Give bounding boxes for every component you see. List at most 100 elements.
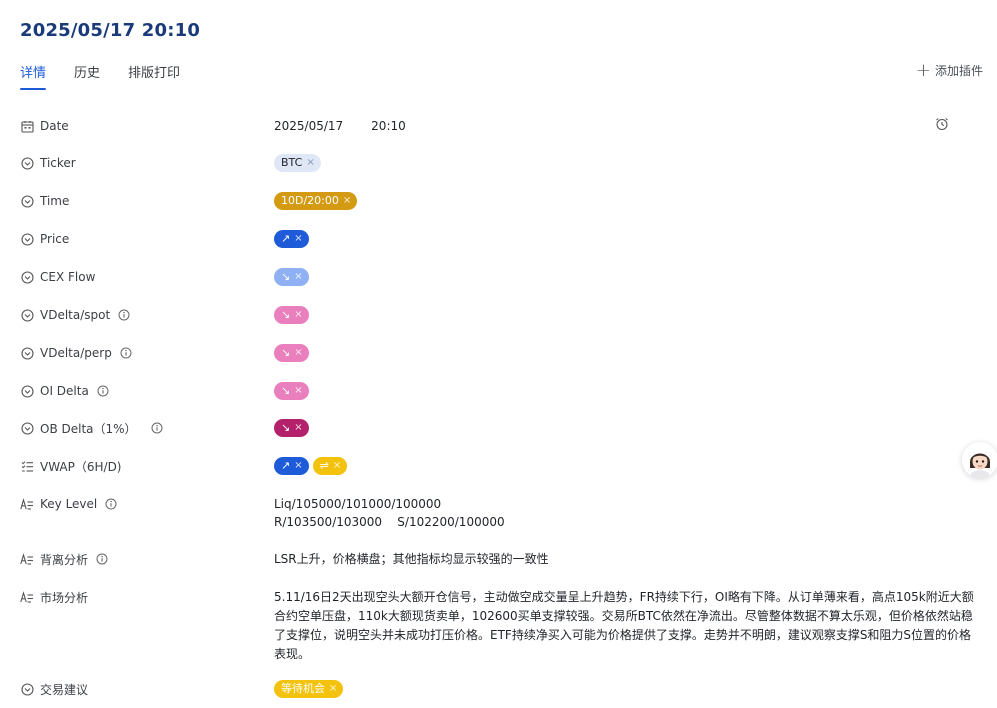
field-label-text: 市场分析: [40, 590, 89, 605]
key-level-value[interactable]: Liq/105000/101000/100000 R/103500/103000…: [274, 495, 977, 531]
date-time: 20:10: [371, 119, 406, 133]
ob-delta-value: ↘ ×: [274, 419, 977, 437]
field-label-key-level: Key Level: [20, 495, 274, 513]
field-label-text: OI Delta: [40, 384, 89, 398]
text-field-icon: [20, 497, 34, 511]
field-label-trade-advice: 交易建议: [20, 680, 274, 698]
tag-text: ↘: [281, 346, 291, 359]
remove-tag-icon[interactable]: ×: [294, 382, 302, 400]
key-level-line: R/103500/103000 S/102200/100000: [274, 515, 505, 529]
info-icon[interactable]: [151, 422, 163, 434]
vwap-value: ↗ × ⇌ ×: [274, 457, 977, 475]
info-icon[interactable]: [105, 498, 117, 510]
select-circle-icon: [20, 421, 34, 435]
trend-down-tag[interactable]: ↘ ×: [274, 344, 309, 362]
field-row-trade-advice: 交易建议 等待机会 ×: [20, 680, 977, 698]
tag-text: ↘: [281, 308, 291, 321]
vdelta-spot-value: ↘ ×: [274, 306, 977, 324]
select-circle-icon: [20, 308, 34, 322]
field-label-date: Date: [20, 117, 274, 135]
trend-up-tag[interactable]: ↗ ×: [274, 230, 309, 248]
ticker-tag[interactable]: BTC ×: [274, 154, 321, 172]
price-value: ↗ ×: [274, 230, 977, 248]
field-label-text: OB Delta（1%）: [40, 421, 137, 436]
assistant-avatar[interactable]: [962, 442, 997, 478]
field-row-date: Date 2025/05/17 20:10: [20, 117, 977, 135]
field-label-market-analysis: 市场分析: [20, 588, 274, 606]
advice-tag[interactable]: 等待机会 ×: [274, 680, 344, 698]
field-label-text: Key Level: [40, 497, 98, 511]
select-circle-icon: [20, 682, 34, 696]
info-icon[interactable]: [118, 309, 130, 321]
select-circle-icon: [20, 270, 34, 284]
info-icon[interactable]: [96, 553, 108, 565]
remove-tag-icon[interactable]: ×: [343, 192, 351, 210]
remove-tag-icon[interactable]: ×: [294, 457, 302, 475]
tab-details[interactable]: 详情: [20, 62, 47, 90]
vdelta-perp-value: ↘ ×: [274, 344, 977, 362]
field-row-vdelta-spot: VDelta/spot ↘ ×: [20, 306, 977, 324]
text-field-icon: [20, 552, 34, 566]
field-label-divergence: 背离分析: [20, 550, 274, 568]
field-label-text: VDelta/spot: [40, 308, 111, 322]
field-label-vdelta-perp: VDelta/perp: [20, 344, 274, 362]
tab-print-layout[interactable]: 排版打印: [128, 62, 180, 90]
field-row-time: Time 10D/20:00 ×: [20, 192, 977, 210]
field-row-vdelta-perp: VDelta/perp ↘ ×: [20, 344, 977, 362]
trend-down-tag[interactable]: ↘ ×: [274, 382, 309, 400]
trend-down-tag[interactable]: ↘ ×: [274, 268, 309, 286]
remove-tag-icon[interactable]: ×: [329, 680, 337, 698]
remove-tag-icon[interactable]: ×: [333, 457, 341, 475]
field-row-ticker: Ticker BTC ×: [20, 154, 977, 172]
field-row-divergence: 背离分析 LSR上升，价格横盘；其他指标均显示较强的一致性: [20, 550, 977, 568]
select-circle-icon: [20, 194, 34, 208]
date-value[interactable]: 2025/05/17 20:10: [274, 117, 977, 135]
field-label-vwap: VWAP（6H/D): [20, 457, 274, 475]
cex-flow-value: ↘ ×: [274, 268, 977, 286]
trade-advice-value: 等待机会 ×: [274, 680, 977, 698]
select-circle-icon: [20, 346, 34, 360]
field-row-price: Price ↗ ×: [20, 230, 977, 248]
tab-history[interactable]: 历史: [74, 62, 100, 90]
tag-text: ↘: [281, 421, 291, 434]
trend-down-tag[interactable]: ↘ ×: [274, 306, 309, 324]
time-tag[interactable]: 10D/20:00 ×: [274, 192, 358, 210]
alarm-clock-icon[interactable]: [935, 117, 949, 131]
info-icon[interactable]: [120, 347, 132, 359]
field-label-text: 交易建议: [40, 682, 89, 697]
tag-text: BTC: [281, 156, 303, 169]
tag-text: 等待机会: [281, 682, 325, 695]
remove-tag-icon[interactable]: ×: [294, 230, 302, 248]
field-row-oi-delta: OI Delta ↘ ×: [20, 382, 977, 400]
trend-down-tag[interactable]: ↘ ×: [274, 419, 309, 437]
market-analysis-value[interactable]: 5.11/16日2天出现空头大额开仓信号，主动做空成交量呈上升趋势，FR持续下行…: [274, 588, 977, 664]
add-plugin-button[interactable]: + 添加插件: [916, 61, 983, 79]
remove-tag-icon[interactable]: ×: [294, 344, 302, 362]
oi-delta-value: ↘ ×: [274, 382, 977, 400]
field-row-market-analysis: 市场分析 5.11/16日2天出现空头大额开仓信号，主动做空成交量呈上升趋势，F…: [20, 588, 977, 664]
divergence-value[interactable]: LSR上升，价格横盘；其他指标均显示较强的一致性: [274, 550, 977, 568]
tag-text: ↘: [281, 384, 291, 397]
field-label-vdelta-spot: VDelta/spot: [20, 306, 274, 324]
sideways-tag[interactable]: ⇌ ×: [312, 457, 348, 475]
field-label-text: 背离分析: [40, 552, 89, 567]
select-circle-icon: [20, 384, 34, 398]
field-label-text: VWAP（6H/D): [40, 459, 122, 474]
checklist-icon: [20, 459, 34, 473]
remove-tag-icon[interactable]: ×: [294, 306, 302, 324]
trend-up-tag[interactable]: ↗ ×: [274, 457, 309, 475]
tag-text: ↘: [281, 270, 291, 283]
remove-tag-icon[interactable]: ×: [294, 268, 302, 286]
field-label-text: CEX Flow: [40, 270, 96, 284]
field-label-text: Price: [40, 232, 70, 246]
field-label-text: Date: [40, 119, 69, 133]
remove-tag-icon[interactable]: ×: [294, 419, 302, 437]
field-label-text: Ticker: [40, 156, 76, 170]
remove-tag-icon[interactable]: ×: [306, 154, 314, 172]
info-icon[interactable]: [97, 385, 109, 397]
field-label-time: Time: [20, 192, 274, 210]
field-label-cex-flow: CEX Flow: [20, 268, 274, 286]
field-label-price: Price: [20, 230, 274, 248]
page-title: 2025/05/17 20:10: [20, 20, 201, 41]
field-label-text: Time: [40, 194, 70, 208]
